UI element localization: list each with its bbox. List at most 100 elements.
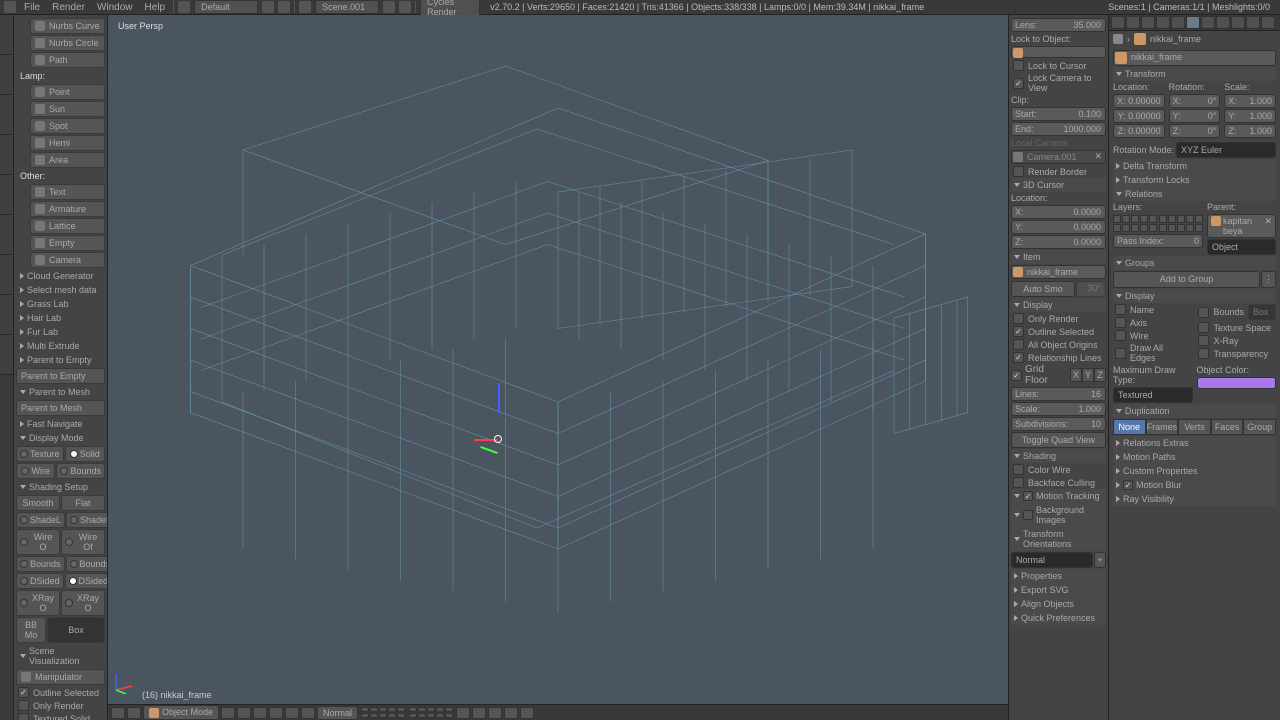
disp-wire[interactable]: Wire	[1113, 329, 1192, 342]
dup-faces[interactable]: Faces	[1211, 419, 1244, 435]
sec-shading[interactable]: Shading	[1011, 449, 1106, 463]
orientation-dropdown[interactable]: Normal	[1011, 552, 1093, 568]
btn-icon[interactable]	[383, 1, 395, 13]
clip-end[interactable]: End:1000.000	[1011, 122, 1106, 136]
only-render-check[interactable]: Only Render	[1011, 312, 1106, 325]
cursor-y[interactable]: Y:0.0000	[1011, 220, 1106, 234]
tool-tab[interactable]	[0, 255, 13, 295]
dsided-on[interactable]: DSided	[16, 573, 64, 589]
lock-icon[interactable]	[456, 707, 470, 719]
grid-floor-check[interactable]	[1011, 370, 1022, 381]
menu-render[interactable]: Render	[46, 2, 91, 13]
tool-tab[interactable]	[0, 335, 13, 375]
sec-transform-orient[interactable]: Transform Orientations	[1011, 527, 1106, 551]
sec-export-svg[interactable]: Export SVG	[1011, 583, 1106, 597]
rot-mode-dropdown[interactable]: XYZ Euler	[1176, 142, 1276, 158]
prop-tab-object[interactable]	[1186, 16, 1200, 29]
disp-edges[interactable]: Draw All Edges	[1113, 342, 1192, 364]
lock-object-field[interactable]	[1011, 46, 1106, 58]
tool-tab[interactable]	[0, 15, 13, 55]
wireo-on[interactable]: Wire O	[16, 529, 60, 555]
sec-fast-nav[interactable]: Fast Navigate	[16, 417, 105, 431]
layers-grid[interactable]	[1113, 215, 1203, 232]
sec-rel-extras[interactable]: Relations Extras	[1113, 436, 1276, 450]
prop-tab[interactable]	[1156, 16, 1170, 29]
auto-smooth[interactable]: Auto Smo	[1011, 281, 1075, 297]
proportional-icon[interactable]	[504, 707, 518, 719]
disp-xray[interactable]: X-Ray	[1196, 334, 1276, 347]
grid-lines[interactable]: Lines:16	[1011, 387, 1106, 401]
layer-buttons[interactable]	[361, 707, 405, 718]
btn-icon[interactable]	[262, 1, 274, 13]
tool-tab[interactable]	[0, 95, 13, 135]
cursor-x[interactable]: X:0.0000	[1011, 205, 1106, 219]
editor-type-icon[interactable]	[4, 1, 16, 13]
toggle-quad-view[interactable]: Toggle Quad View	[1011, 432, 1106, 448]
duplication-type[interactable]: None Frames Verts Faces Group	[1113, 419, 1276, 435]
axis-x[interactable]: X	[1070, 368, 1082, 382]
tool-tab[interactable]	[0, 135, 13, 175]
sec-parent-empty[interactable]: Parent to Empty	[16, 353, 105, 367]
pass-index[interactable]: Pass Index:0	[1113, 234, 1203, 248]
all-origins-check[interactable]: All Object Origins	[1011, 338, 1106, 351]
pivot-icon[interactable]	[237, 707, 251, 719]
shade-flat[interactable]: Flat	[61, 495, 105, 511]
prop-tab[interactable]	[1111, 16, 1125, 29]
check-outline[interactable]: Outline Selected	[16, 686, 105, 699]
sec-groups[interactable]: Groups	[1113, 256, 1276, 270]
display-solid[interactable]: Solid	[65, 446, 105, 462]
sec-multi-extrude[interactable]: Multi Extrude	[16, 339, 105, 353]
snap-type-icon[interactable]	[488, 707, 502, 719]
parent-to-mesh-btn[interactable]: Parent to Mesh	[16, 400, 105, 416]
tool-tab[interactable]	[0, 215, 13, 255]
backface-check[interactable]: Backface Culling	[1011, 476, 1106, 489]
rot-z[interactable]: Z:0°	[1169, 124, 1221, 138]
3d-viewport[interactable]: User Persp	[108, 15, 1008, 720]
add-sun[interactable]: Sun	[30, 101, 105, 117]
sec-display-mode[interactable]: Display Mode	[16, 431, 105, 445]
local-camera-field[interactable]: Camera.001✕	[1011, 150, 1106, 164]
parent-type[interactable]: Object	[1207, 239, 1276, 255]
sec-motion-tracking[interactable]: Motion Tracking	[1011, 489, 1106, 503]
parent-to-empty-btn[interactable]: Parent to Empty	[16, 368, 105, 384]
shader[interactable]: ShadeL	[66, 512, 108, 528]
sec-select-mesh[interactable]: Select mesh data	[16, 283, 105, 297]
screen-layout[interactable]: Default	[194, 0, 258, 14]
max-draw-type[interactable]: Textured	[1113, 387, 1193, 403]
sec-shading[interactable]: Shading Setup	[16, 480, 105, 494]
scene-browse-icon[interactable]	[299, 1, 311, 13]
bounds-on[interactable]: Bounds	[16, 556, 65, 572]
display-bounds[interactable]: Bounds	[56, 463, 105, 479]
add-lattice[interactable]: Lattice	[30, 218, 105, 234]
translate-icon[interactable]	[269, 707, 283, 719]
add-to-group[interactable]: Add to Group	[1113, 271, 1260, 288]
scale-z[interactable]: Z:1.000	[1224, 124, 1276, 138]
outline-sel-check[interactable]: Outline Selected	[1011, 325, 1106, 338]
sec-duplication[interactable]: Duplication	[1113, 404, 1276, 418]
dup-none[interactable]: None	[1113, 419, 1146, 435]
tool-tab[interactable]	[0, 175, 13, 215]
add-area[interactable]: Area	[30, 152, 105, 168]
loc-x[interactable]: X: 0.00000	[1113, 94, 1165, 108]
add-path[interactable]: Path	[30, 52, 105, 68]
display-texture[interactable]: Texture	[16, 446, 64, 462]
clip-start[interactable]: Start:0.100	[1011, 107, 1106, 121]
tool-tab[interactable]	[0, 295, 13, 335]
sec-display[interactable]: Display	[1113, 289, 1276, 303]
disp-tex-space[interactable]: Texture Space	[1196, 321, 1276, 334]
wireo-off[interactable]: Wire Of	[61, 529, 105, 555]
scale-icon[interactable]	[301, 707, 315, 719]
axis-z[interactable]: Z	[1094, 368, 1106, 382]
btn-icon[interactable]	[399, 1, 411, 13]
dup-group[interactable]: Group	[1243, 419, 1276, 435]
prop-tab[interactable]	[1261, 16, 1275, 29]
sec-quick-pref[interactable]: Quick Preferences	[1011, 611, 1106, 625]
menu-help[interactable]: Help	[139, 2, 172, 13]
orientation-add[interactable]: +	[1094, 552, 1106, 568]
scale-x[interactable]: X:1.000	[1224, 94, 1276, 108]
object-color-swatch[interactable]	[1197, 377, 1277, 389]
bb-mode[interactable]: BB Mo	[16, 617, 46, 643]
manipulator-icon[interactable]	[253, 707, 267, 719]
viewport-shading-icon[interactable]	[221, 707, 235, 719]
grid-subdiv[interactable]: Subdivisions:10	[1011, 417, 1106, 431]
